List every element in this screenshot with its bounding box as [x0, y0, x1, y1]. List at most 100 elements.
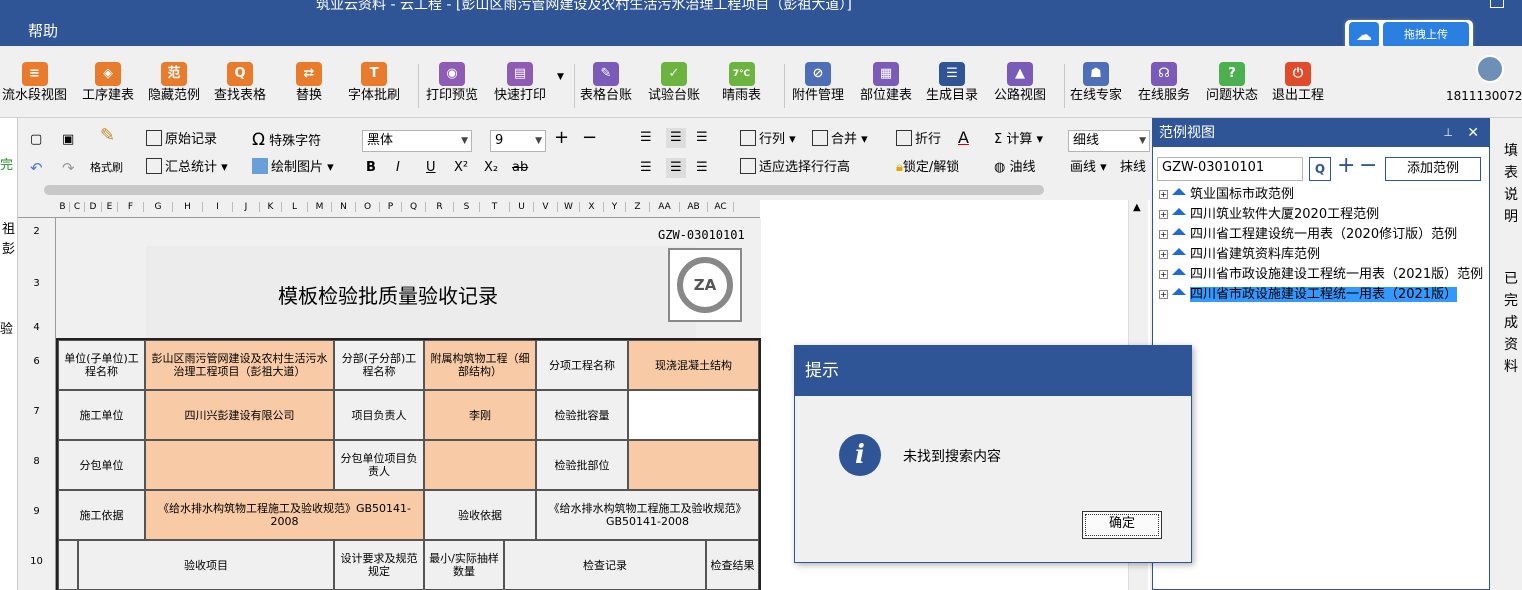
line-style-select[interactable]: 细线 ▼ — [1068, 130, 1150, 152]
ribbon-button-printer[interactable]: ▤ 快速打印 — [494, 62, 546, 104]
format-brush-label[interactable]: 格式刷 — [90, 158, 123, 178]
table-cell[interactable]: 四川兴彭建设有限公司 — [145, 390, 334, 440]
expand-icon[interactable]: + — [1159, 250, 1168, 259]
underline-button[interactable]: U — [426, 158, 436, 178]
table-cell[interactable] — [628, 390, 759, 440]
expand-all-button[interactable]: + — [1337, 153, 1355, 178]
table-cell[interactable]: 施工单位 — [58, 390, 145, 440]
collapse-all-button[interactable]: − — [1359, 153, 1377, 178]
tree-item[interactable]: + 四川省市政设施建设工程统一用表（2021版） — [1159, 285, 1485, 305]
menu-help[interactable]: 帮助 — [28, 20, 58, 41]
brush-icon[interactable]: ✎ — [100, 126, 115, 146]
row-col-button[interactable]: 行列 ▾ — [740, 130, 796, 150]
column-label[interactable]: Y — [604, 202, 626, 212]
ribbon-button-replace[interactable]: ⇄ 替换 — [296, 62, 322, 104]
table-cell[interactable]: 现浇混凝土结构 — [628, 340, 759, 390]
merge-button[interactable]: 合并 ▾ — [812, 130, 868, 150]
column-label[interactable]: H — [173, 202, 203, 212]
table-cell[interactable] — [58, 540, 78, 590]
ribbon-button-road[interactable]: ▲ 公路视图 — [994, 62, 1046, 104]
column-label[interactable]: D — [85, 202, 102, 212]
original-record-button[interactable]: 原始记录 — [146, 130, 217, 150]
tree-item[interactable]: + 四川省建筑资料库范例 — [1159, 245, 1485, 265]
horizontal-scrollbar[interactable] — [36, 182, 1150, 198]
table-cell[interactable]: 彭山区雨污管网建设及农村生活污水治理工程项目（彭祖大道） — [145, 340, 334, 390]
font-color-button[interactable]: A — [958, 128, 969, 148]
column-label[interactable]: W — [558, 202, 580, 212]
column-label[interactable]: P — [380, 202, 402, 212]
scroll-thumb[interactable] — [44, 185, 1044, 195]
table-cell[interactable]: 检验批容量 — [536, 390, 628, 440]
ribbon-button-font-brush[interactable]: T 字体批刷 — [348, 62, 400, 104]
column-label[interactable]: J — [233, 202, 260, 212]
ok-button[interactable]: 确定 — [1082, 511, 1162, 539]
oil-line-button[interactable]: ◍ 油线 — [994, 158, 1036, 178]
ribbon-button-eye[interactable]: ◉ 打印预览 — [426, 62, 478, 104]
table-cell[interactable]: 《给水排水构筑物工程施工及验收规范》GB50141-2008 — [145, 490, 424, 540]
expand-icon[interactable]: + — [1159, 190, 1168, 199]
lock-unlock-button[interactable]: 🔒︎锁定/解锁 — [896, 158, 959, 178]
align-right-icon[interactable]: ☰ — [696, 158, 708, 178]
table-cell[interactable]: 项目负责人 — [334, 390, 424, 440]
font-size-select[interactable]: 9 ▼ — [490, 130, 546, 152]
table-cell[interactable]: 检查记录 — [504, 540, 706, 590]
superscript-button[interactable]: X² — [454, 158, 468, 178]
table-cell[interactable] — [424, 440, 536, 490]
summary-stats-button[interactable]: 汇总统计 ▾ — [146, 158, 228, 178]
ribbon-button-search[interactable]: Q 查找表格 — [214, 62, 266, 104]
paste-icon[interactable]: ▣ — [62, 130, 74, 150]
column-label[interactable]: Z — [626, 202, 650, 212]
table-cell[interactable]: 单位(子单位)工程名称 — [58, 340, 145, 390]
draw-image-button[interactable]: 绘制图片 ▾ — [252, 158, 334, 178]
ribbon-button-weather[interactable]: 7℃ 晴雨表 — [722, 62, 761, 104]
column-label[interactable]: L — [282, 202, 308, 212]
ribbon-button-ledger[interactable]: ✎ 表格台账 — [580, 62, 632, 104]
column-label[interactable]: V — [534, 202, 558, 212]
ribbon-button-attachment[interactable]: ⊘ 附件管理 — [792, 62, 844, 104]
tree-item[interactable]: + 筑业国标市政范例 — [1159, 185, 1485, 205]
column-label[interactable]: G — [144, 202, 173, 212]
align-middle-icon[interactable]: ☰ — [666, 128, 686, 148]
expand-icon[interactable]: + — [1159, 210, 1168, 219]
table-cell[interactable]: 验收项目 — [78, 540, 334, 590]
restore-icon[interactable] — [1490, 0, 1504, 8]
column-label[interactable]: O — [356, 202, 380, 212]
font-decrease-button[interactable]: − — [582, 128, 597, 148]
table-cell[interactable]: 《给水排水构筑物工程施工及验收规范》GB50141-2008 — [536, 490, 759, 540]
table-cell[interactable]: 李刚 — [424, 390, 536, 440]
ribbon-button-layers[interactable]: ◈ 工序建表 — [82, 62, 134, 104]
table-cell[interactable]: 设计要求及规范规定 — [334, 540, 424, 590]
column-label[interactable]: N — [332, 202, 356, 212]
expand-icon[interactable]: + — [1159, 230, 1168, 239]
ribbon-button-flow[interactable]: ≡ 流水段视图 — [2, 62, 67, 104]
column-label[interactable]: AA — [650, 202, 680, 212]
special-char-button[interactable]: Ω 特殊字符 — [252, 130, 321, 152]
table-cell[interactable]: 分包单位 — [58, 440, 145, 490]
strikethrough-button[interactable]: ab — [512, 158, 528, 178]
ribbon-button-grid[interactable]: ▦ 部位建表 — [860, 62, 912, 104]
draw-line-button[interactable]: 画线 ▾ — [1070, 158, 1107, 178]
table-cell[interactable]: 分部(子分部)工程名称 — [334, 340, 424, 390]
tree-item[interactable]: + 四川省工程建设统一用表（2020修订版）范例 — [1159, 225, 1485, 245]
undo-icon[interactable]: ↶ — [30, 158, 43, 178]
column-label[interactable]: X — [580, 202, 604, 212]
ribbon-button-service[interactable]: ☊ 在线服务 — [1138, 62, 1190, 104]
table-cell[interactable]: 附属构筑物工程（细部结构） — [424, 340, 536, 390]
table-cell[interactable] — [628, 440, 759, 490]
italic-button[interactable]: I — [396, 158, 400, 178]
column-label[interactable]: K — [260, 202, 282, 212]
table-cell[interactable]: 施工依据 — [58, 490, 145, 540]
align-left-icon[interactable]: ☰ — [640, 158, 652, 178]
table-cell[interactable]: 检验批部位 — [536, 440, 628, 490]
font-increase-button[interactable]: + — [554, 128, 569, 148]
fold-line-button[interactable]: 折行 — [896, 130, 941, 150]
column-label[interactable]: AC — [708, 202, 734, 212]
ribbon-button-example[interactable]: 范隐藏范例 — [148, 62, 200, 104]
tree-item[interactable]: + 四川筑业软件大厦2020工程范例 — [1159, 205, 1485, 225]
ribbon-button-question[interactable]: ? 问题状态 — [1206, 62, 1258, 104]
column-label[interactable]: B — [56, 202, 70, 212]
column-label[interactable]: E — [102, 202, 118, 212]
align-bottom-icon[interactable]: ☰ — [696, 128, 708, 148]
example-search-input[interactable]: GZW-03010101 — [1157, 157, 1303, 181]
redo-icon[interactable]: ↷ — [62, 158, 75, 178]
